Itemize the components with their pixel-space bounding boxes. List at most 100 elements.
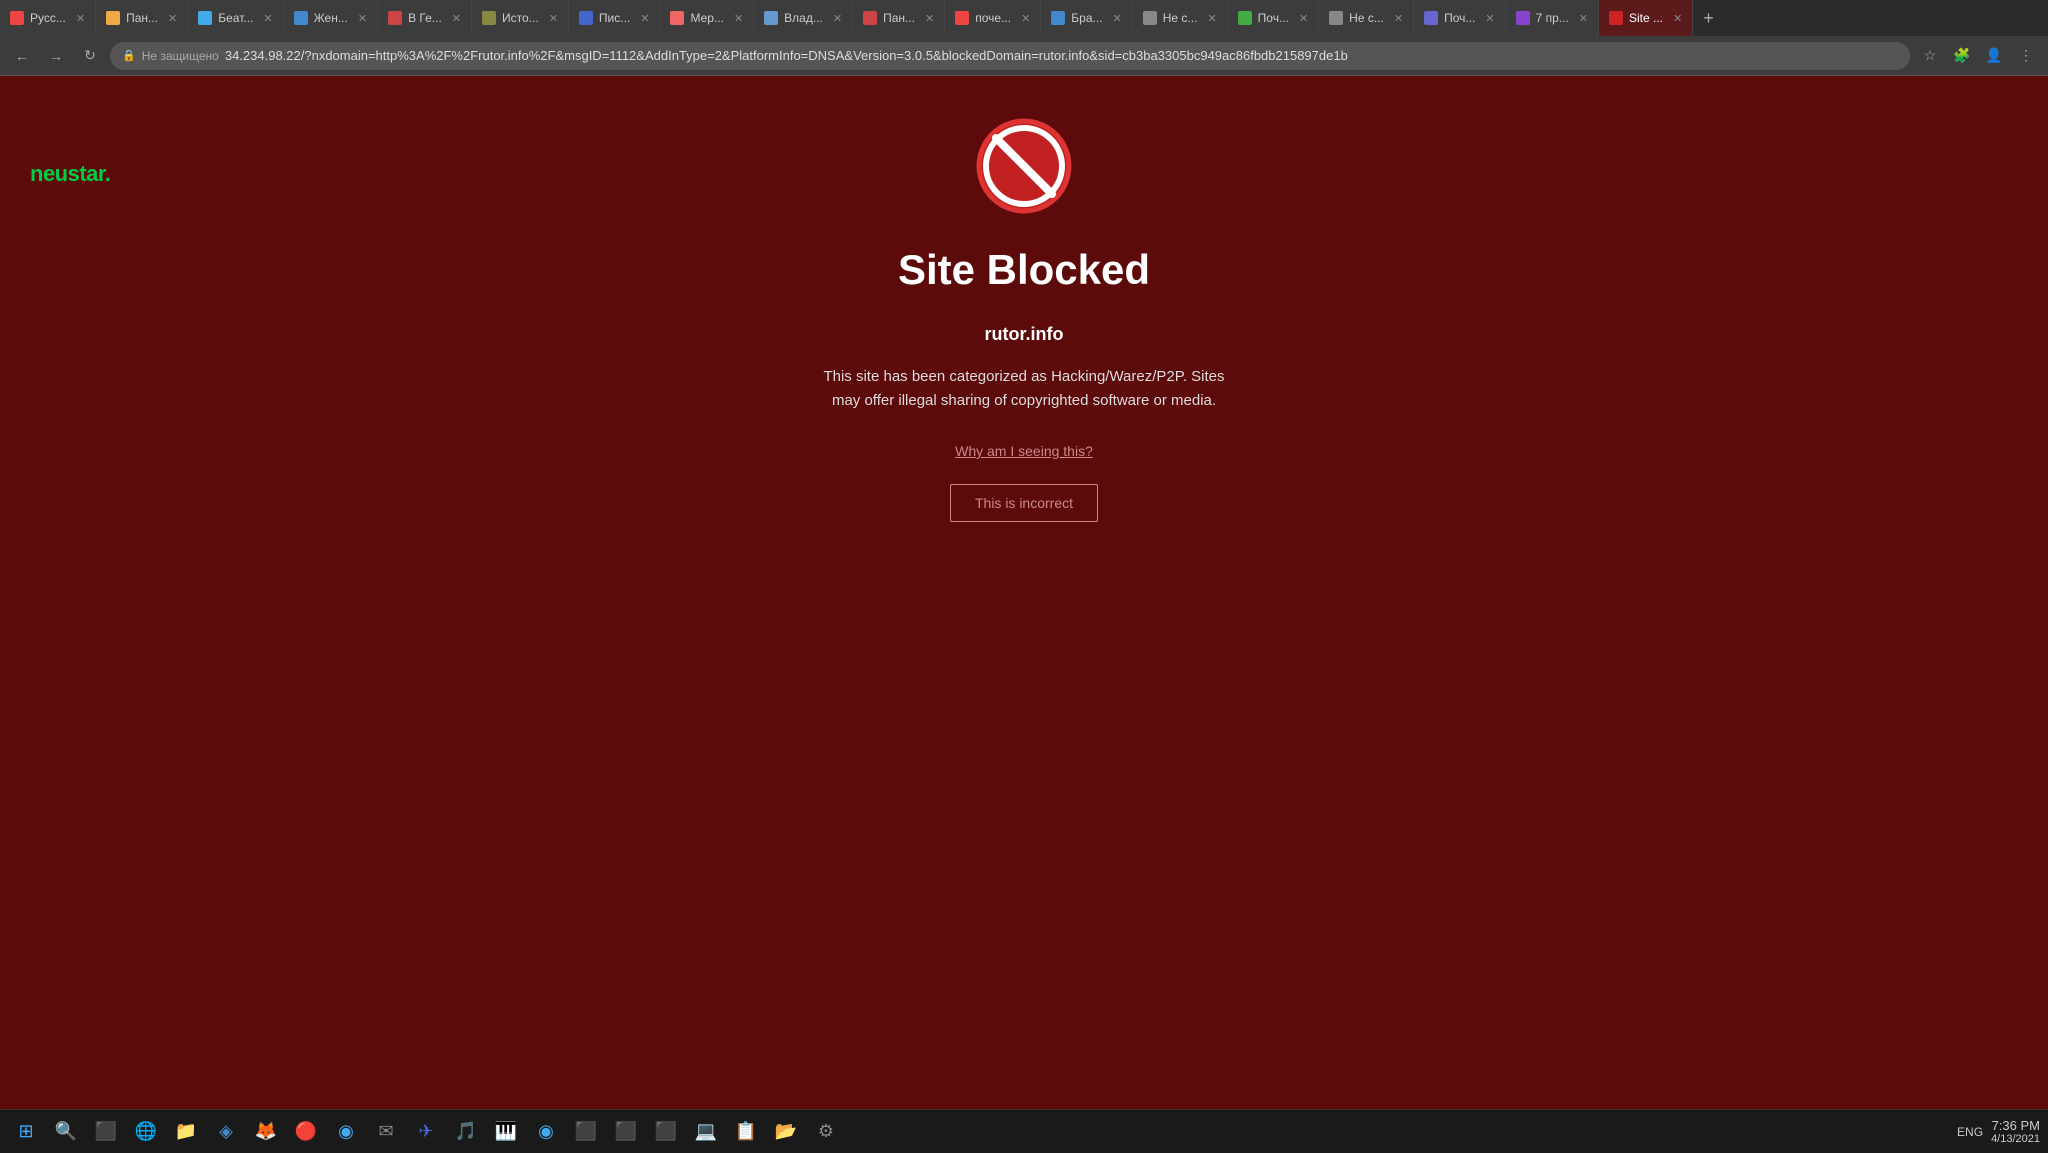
tab-close[interactable]: ✕ — [1575, 12, 1588, 25]
tab-favicon — [388, 11, 402, 25]
apps1-icon[interactable]: 🦊 — [248, 1114, 284, 1150]
tab-pis[interactable]: Пис... ✕ — [569, 0, 661, 36]
tab-bra[interactable]: Бра... ✕ — [1041, 0, 1132, 36]
neustar-logo: neustar. — [30, 161, 110, 187]
tab-close[interactable]: ✕ — [1017, 12, 1030, 25]
tab-site-blocked[interactable]: Site ... ✕ — [1599, 0, 1693, 36]
taskbar-system-tray: ENG 7:36 PM 4/13/2021 — [1957, 1118, 2040, 1145]
apps8-icon[interactable]: ⬛ — [568, 1114, 604, 1150]
tab-label: Исто... — [502, 11, 539, 25]
browser2-icon[interactable]: 🌐 — [128, 1114, 164, 1150]
tab-label: Не с... — [1163, 11, 1198, 25]
tab-favicon — [1424, 11, 1438, 25]
taskview-icon[interactable]: ⬛ — [88, 1114, 124, 1150]
tab-close[interactable]: ✕ — [448, 12, 461, 25]
tab-close[interactable]: ✕ — [259, 12, 272, 25]
diamond-icon[interactable]: ◈ — [208, 1114, 244, 1150]
profile-icon[interactable]: 👤 — [1980, 42, 2008, 70]
page-title: Site Blocked — [898, 246, 1150, 294]
tab-favicon — [1051, 11, 1065, 25]
apps12-icon[interactable]: 📋 — [728, 1114, 764, 1150]
tab-close[interactable]: ✕ — [921, 12, 934, 25]
start-icon[interactable]: ⊞ — [8, 1114, 44, 1150]
tab-close[interactable]: ✕ — [1390, 12, 1403, 25]
system-settings-icon[interactable]: ⚙ — [808, 1114, 844, 1150]
taskbar: ⊞ 🔍 ⬛ 🌐 📁 ◈ 🦊 🔴 ◉ ✉ ✈ 🎵 🎹 ◉ ⬛ ⬛ ⬛ 💻 📋 📂 … — [0, 1109, 2048, 1153]
apps5-icon[interactable]: 🎵 — [448, 1114, 484, 1150]
tab-zhen[interactable]: Жен... ✕ — [284, 0, 378, 36]
tab-favicon — [294, 11, 308, 25]
extensions-icon[interactable]: 🧩 — [1948, 42, 1976, 70]
tab-close[interactable]: ✕ — [636, 12, 649, 25]
url-text: 34.234.98.22/?nxdomain=http%3A%2F%2Fruto… — [225, 48, 1348, 63]
apps13-icon[interactable]: 📂 — [768, 1114, 804, 1150]
menu-icon[interactable]: ⋮ — [2012, 42, 2040, 70]
tab-close[interactable]: ✕ — [354, 12, 367, 25]
bookmark-star-icon[interactable]: ☆ — [1916, 42, 1944, 70]
tab-favicon — [10, 11, 24, 25]
tab-favicon — [1516, 11, 1530, 25]
new-tab-button[interactable]: + — [1693, 0, 1724, 36]
tab-favicon — [955, 11, 969, 25]
tab-close[interactable]: ✕ — [1669, 12, 1682, 25]
not-secure-label: Не защищено — [142, 49, 219, 63]
tab-close[interactable]: ✕ — [730, 12, 743, 25]
toolbar-right-actions: ☆ 🧩 👤 ⋮ — [1916, 42, 2040, 70]
tab-mer[interactable]: Мер... ✕ — [660, 0, 754, 36]
tab-close[interactable]: ✕ — [1481, 12, 1494, 25]
apps7-icon[interactable]: ◉ — [528, 1114, 564, 1150]
page-wrapper: neustar. Site Blocked rutor.info This si… — [0, 76, 2048, 1109]
apps9-icon[interactable]: ⬛ — [608, 1114, 644, 1150]
tab-7pr[interactable]: 7 пр... ✕ — [1506, 0, 1599, 36]
tab-nes1[interactable]: Не с... ✕ — [1133, 0, 1228, 36]
tab-favicon — [1238, 11, 1252, 25]
tab-pan2[interactable]: Пан... ✕ — [853, 0, 945, 36]
tab-isto[interactable]: Исто... ✕ — [472, 0, 569, 36]
tab-nes2[interactable]: Не с... ✕ — [1319, 0, 1414, 36]
tab-close[interactable]: ✕ — [545, 12, 558, 25]
reload-button[interactable]: ↻ — [76, 42, 104, 70]
blocked-domain: rutor.info — [985, 324, 1064, 345]
tab-poch[interactable]: Поч... ✕ — [1228, 0, 1320, 36]
tab-close[interactable]: ✕ — [1295, 12, 1308, 25]
tab-close[interactable]: ✕ — [1203, 12, 1216, 25]
search-icon[interactable]: 🔍 — [48, 1114, 84, 1150]
tab-pan1[interactable]: Пан... ✕ — [96, 0, 188, 36]
tab-label: Пан... — [126, 11, 158, 25]
why-seeing-link[interactable]: Why am I seeing this? — [955, 443, 1093, 459]
tab-close[interactable]: ✕ — [1109, 12, 1122, 25]
tab-beat[interactable]: Беат... ✕ — [188, 0, 283, 36]
apps3-icon[interactable]: ✉ — [368, 1114, 404, 1150]
tab-label: Русс... — [30, 11, 66, 25]
tab-label: Бра... — [1071, 11, 1102, 25]
forward-button[interactable]: → — [42, 42, 70, 70]
tab-poche[interactable]: поче... ✕ — [945, 0, 1041, 36]
tab-label: Влад... — [784, 11, 823, 25]
incorrect-button[interactable]: This is incorrect — [950, 484, 1098, 522]
tab-close[interactable]: ✕ — [164, 12, 177, 25]
tab-vlad[interactable]: Влад... ✕ — [754, 0, 853, 36]
tab-label: В Ге... — [408, 11, 442, 25]
tab-close[interactable]: ✕ — [829, 12, 842, 25]
tab-favicon — [579, 11, 593, 25]
back-button[interactable]: ← — [8, 42, 36, 70]
apps11-icon[interactable]: 💻 — [688, 1114, 724, 1150]
block-description: This site has been categorized as Hackin… — [814, 365, 1234, 413]
tab-russkiy[interactable]: Русс... ✕ — [0, 0, 96, 36]
tab-label: Жен... — [314, 11, 348, 25]
tab-bar: Русс... ✕ Пан... ✕ Беат... ✕ Жен... ✕ В … — [0, 0, 2048, 36]
tab-close[interactable]: ✕ — [72, 12, 85, 25]
folder2-icon[interactable]: 📁 — [168, 1114, 204, 1150]
address-bar[interactable]: 🔒 Не защищено 34.234.98.22/?nxdomain=htt… — [110, 42, 1910, 70]
apps10-icon[interactable]: ⬛ — [648, 1114, 684, 1150]
apps4-icon[interactable]: ✈ — [408, 1114, 444, 1150]
tab-favicon — [670, 11, 684, 25]
apps2-icon[interactable]: ◉ — [328, 1114, 364, 1150]
tab-vge[interactable]: В Ге... ✕ — [378, 0, 472, 36]
tab-label: Беат... — [218, 11, 253, 25]
tab-favicon — [1143, 11, 1157, 25]
tab-favicon — [1609, 11, 1623, 25]
tab-poch2[interactable]: Поч... ✕ — [1414, 0, 1506, 36]
red-circle-icon[interactable]: 🔴 — [288, 1114, 324, 1150]
apps6-icon[interactable]: 🎹 — [488, 1114, 524, 1150]
